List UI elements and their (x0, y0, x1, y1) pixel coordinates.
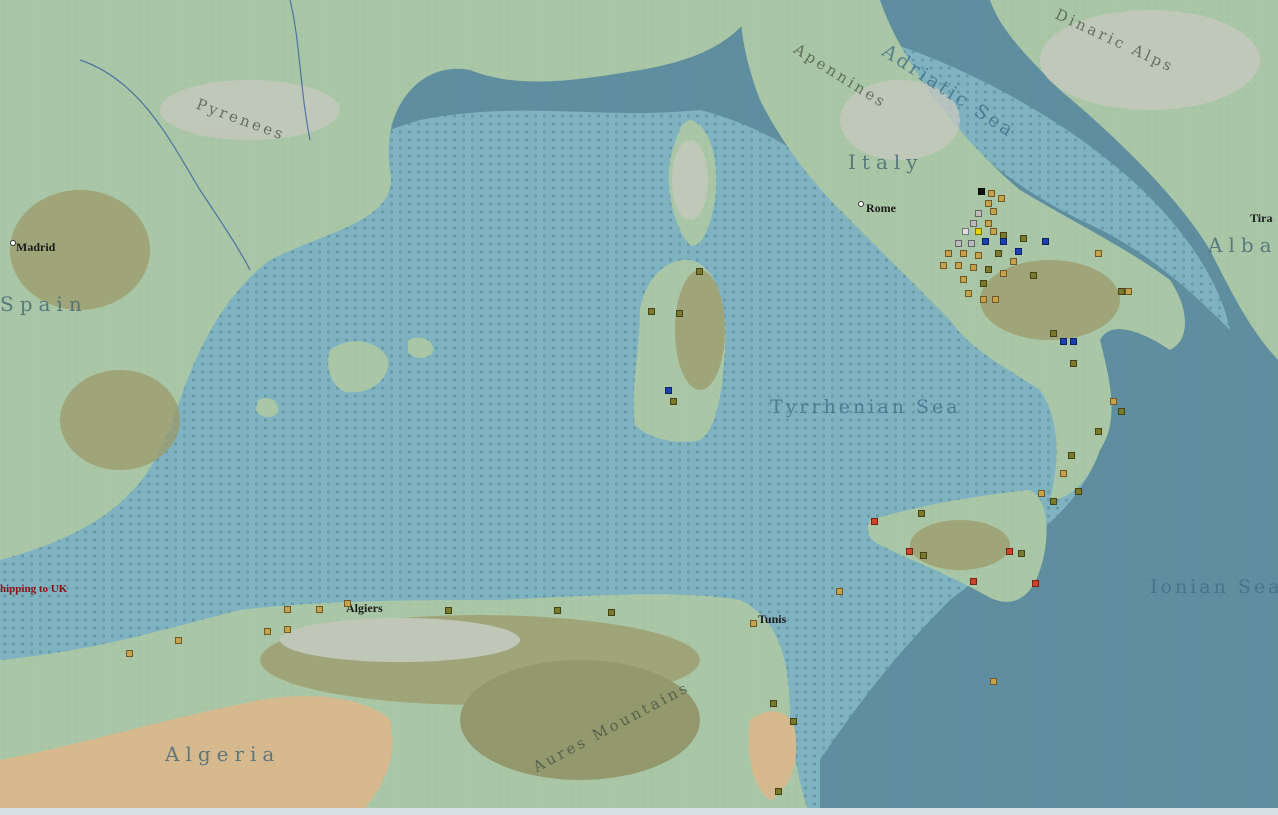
unit-counter[interactable] (1042, 238, 1049, 245)
unit-counter[interactable] (975, 210, 982, 217)
unit-counter[interactable] (770, 700, 777, 707)
unit-counter[interactable] (1018, 550, 1025, 557)
unit-counter[interactable] (1068, 452, 1075, 459)
unit-counter[interactable] (1015, 248, 1022, 255)
unit-counter[interactable] (970, 220, 977, 227)
unit-counter[interactable] (998, 195, 1005, 202)
unit-counter[interactable] (1070, 360, 1077, 367)
unit-counter[interactable] (750, 620, 757, 627)
unit-counter[interactable] (990, 208, 997, 215)
unit-counter[interactable] (608, 609, 615, 616)
window-bottom-edge (0, 808, 1278, 815)
unit-counter[interactable] (1075, 488, 1082, 495)
unit-counter[interactable] (975, 228, 982, 235)
hex-map[interactable] (0, 0, 1278, 815)
unit-counter[interactable] (1032, 580, 1039, 587)
unit-counter[interactable] (985, 220, 992, 227)
unit-counter[interactable] (836, 588, 843, 595)
unit-counter[interactable] (920, 552, 927, 559)
unit-counter[interactable] (676, 310, 683, 317)
region-label-algeria: Algeria (165, 742, 281, 766)
unit-counter[interactable] (316, 606, 323, 613)
city-label-algiers[interactable]: Algiers (346, 601, 383, 616)
region-label-italy: Italy (848, 150, 924, 174)
unit-counter[interactable] (1125, 288, 1132, 295)
unit-counter[interactable] (665, 387, 672, 394)
city-label-rome[interactable]: Rome (866, 201, 896, 216)
unit-counter[interactable] (978, 188, 985, 195)
city-marker-rome[interactable] (858, 201, 864, 207)
unit-counter[interactable] (918, 510, 925, 517)
unit-counter[interactable] (696, 268, 703, 275)
unit-counter[interactable] (775, 788, 782, 795)
unit-counter[interactable] (871, 518, 878, 525)
unit-counter[interactable] (985, 200, 992, 207)
unit-counter[interactable] (175, 637, 182, 644)
unit-counter[interactable] (945, 250, 952, 257)
unit-counter[interactable] (648, 308, 655, 315)
unit-counter[interactable] (982, 238, 989, 245)
unit-counter[interactable] (955, 240, 962, 247)
unit-counter[interactable] (1060, 470, 1067, 477)
unit-counter[interactable] (1006, 548, 1013, 555)
unit-counter[interactable] (1030, 272, 1037, 279)
city-label-madrid[interactable]: Madrid (16, 240, 55, 255)
unit-counter[interactable] (284, 606, 291, 613)
unit-counter[interactable] (1050, 330, 1057, 337)
unit-counter[interactable] (284, 626, 291, 633)
game-map-viewport[interactable]: Italy Spain Algeria Alban Tyrrhenian Sea… (0, 0, 1278, 815)
unit-counter[interactable] (975, 252, 982, 259)
unit-counter[interactable] (1110, 398, 1117, 405)
unit-counter[interactable] (1000, 270, 1007, 277)
unit-counter[interactable] (980, 280, 987, 287)
unit-counter[interactable] (264, 628, 271, 635)
unit-counter[interactable] (554, 607, 561, 614)
unit-counter[interactable] (344, 600, 351, 607)
sea-label-ionian: Ionian Sea (1150, 576, 1278, 598)
unit-counter[interactable] (1050, 498, 1057, 505)
unit-counter[interactable] (1060, 338, 1067, 345)
unit-counter[interactable] (990, 678, 997, 685)
unit-counter[interactable] (965, 290, 972, 297)
unit-counter[interactable] (960, 250, 967, 257)
unit-counter[interactable] (1070, 338, 1077, 345)
sea-label-tyrrhenian: Tyrrhenian Sea (770, 396, 961, 418)
unit-counter[interactable] (126, 650, 133, 657)
unit-counter[interactable] (906, 548, 913, 555)
unit-counter[interactable] (970, 264, 977, 271)
unit-counter[interactable] (980, 296, 987, 303)
unit-counter[interactable] (988, 190, 995, 197)
unit-counter[interactable] (992, 296, 999, 303)
unit-counter[interactable] (1118, 408, 1125, 415)
unit-counter[interactable] (995, 250, 1002, 257)
unit-counter[interactable] (1118, 288, 1125, 295)
shipping-route-label: hipping to UK (0, 583, 68, 595)
unit-counter[interactable] (445, 607, 452, 614)
unit-counter[interactable] (670, 398, 677, 405)
unit-counter[interactable] (1000, 238, 1007, 245)
unit-counter[interactable] (970, 578, 977, 585)
unit-counter[interactable] (1010, 258, 1017, 265)
city-label-tirana[interactable]: Tira (1250, 211, 1272, 226)
unit-counter[interactable] (990, 228, 997, 235)
unit-counter[interactable] (960, 276, 967, 283)
unit-counter[interactable] (968, 240, 975, 247)
unit-counter[interactable] (790, 718, 797, 725)
region-label-spain: Spain (0, 292, 88, 316)
unit-counter[interactable] (985, 266, 992, 273)
city-marker-madrid[interactable] (10, 240, 16, 246)
unit-counter[interactable] (955, 262, 962, 269)
unit-counter[interactable] (1095, 428, 1102, 435)
unit-counter[interactable] (1020, 235, 1027, 242)
unit-counter[interactable] (1095, 250, 1102, 257)
city-label-tunis[interactable]: Tunis (758, 612, 786, 627)
region-label-albania: Alban (1208, 233, 1278, 257)
unit-counter[interactable] (940, 262, 947, 269)
unit-counter[interactable] (962, 228, 969, 235)
unit-counter[interactable] (1038, 490, 1045, 497)
